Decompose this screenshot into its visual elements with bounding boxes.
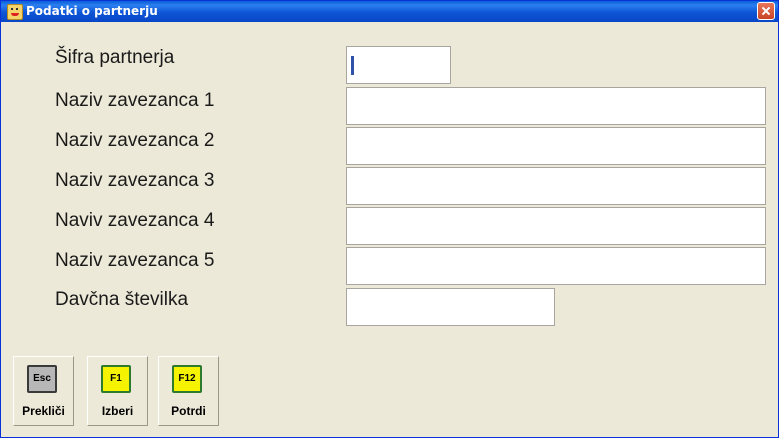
taxpayer-name-1-label: Naziv zavezanca 1 — [55, 90, 215, 111]
taxpayer-name-2-input[interactable] — [346, 127, 766, 165]
taxpayer-name-3-label: Naziv zavezanca 3 — [55, 170, 215, 191]
taxpayer-name-4-label: Naviv zavezanca 4 — [55, 210, 215, 231]
confirm-button[interactable]: F12 Potrdi — [158, 356, 219, 426]
tax-number-label: Davčna številka — [55, 289, 189, 310]
cancel-button[interactable]: Esc Prekliči — [13, 356, 74, 426]
partner-data-dialog: Podatki o partnerju Šifra partnerja Nazi… — [0, 0, 779, 438]
taxpayer-name-5-input[interactable] — [346, 247, 766, 285]
partner-code-label: Šifra partnerja — [55, 47, 175, 68]
taxpayer-name-2-label: Naziv zavezanca 2 — [55, 130, 215, 151]
window-title: Podatki o partnerju — [26, 4, 158, 18]
taxpayer-name-4-input[interactable] — [346, 207, 766, 245]
select-button[interactable]: F1 Izberi — [87, 356, 148, 426]
taxpayer-name-1-input[interactable] — [346, 87, 766, 125]
close-button[interactable] — [757, 2, 775, 20]
app-icon — [7, 4, 23, 20]
f1-key-icon: F1 — [101, 365, 131, 393]
partner-code-input[interactable] — [346, 46, 451, 84]
tax-number-input[interactable] — [346, 288, 555, 326]
f12-key-icon: F12 — [172, 365, 202, 393]
confirm-button-label: Potrdi — [171, 404, 206, 418]
esc-key-icon: Esc — [27, 365, 57, 393]
select-button-label: Izberi — [101, 404, 134, 418]
taxpayer-name-5-label: Naziv zavezanca 5 — [55, 250, 215, 271]
cancel-button-label: Prekliči — [22, 404, 65, 418]
title-bar[interactable]: Podatki o partnerju — [1, 1, 778, 22]
text-cursor — [351, 56, 354, 75]
taxpayer-name-3-input[interactable] — [346, 167, 766, 205]
